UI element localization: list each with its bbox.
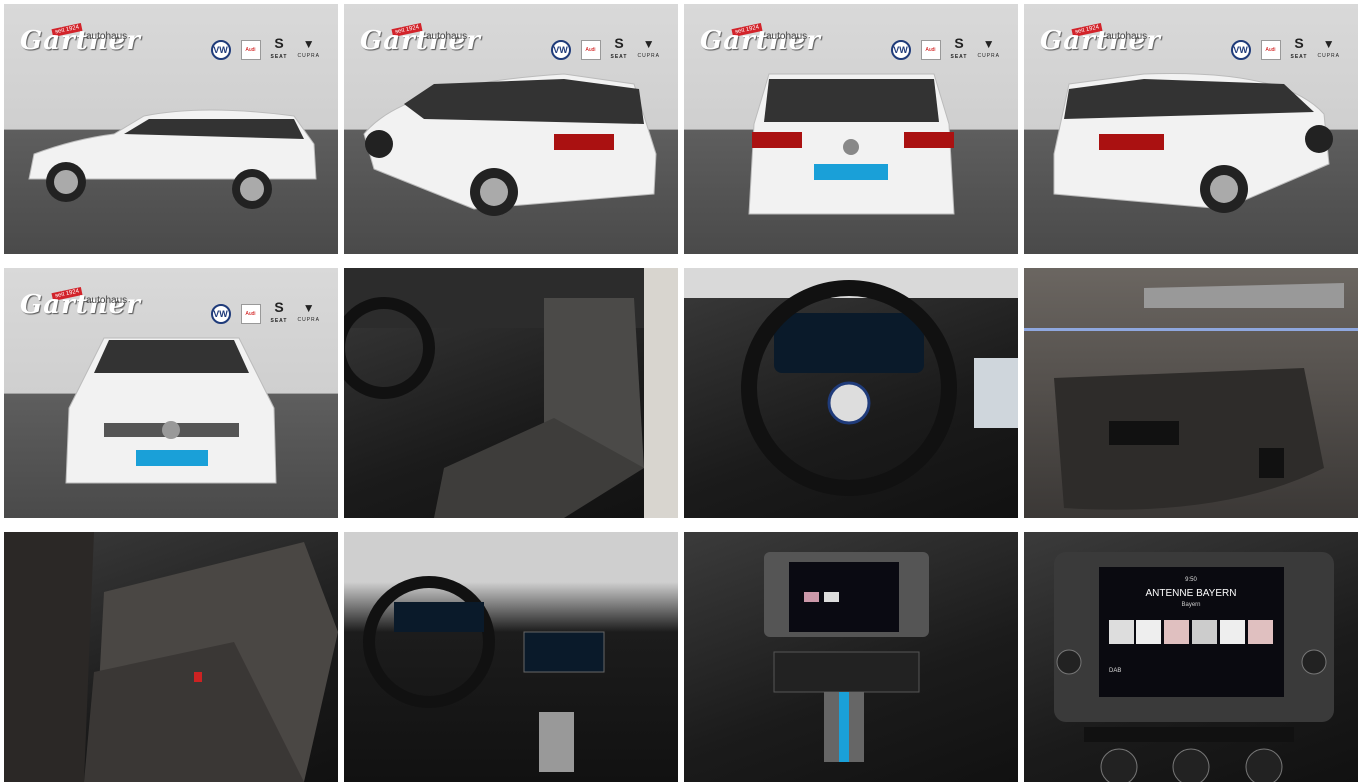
gallery-image-5[interactable]: seit 1924 Gartner autohaus VW Audi S SEAT… [4,268,338,518]
gallery-image-6[interactable] [344,268,678,518]
front-seats-photo [344,268,678,518]
gallery-image-8[interactable] [1024,268,1358,518]
gallery-image-2[interactable]: seit 1924 Gartner autohaus VW Audi S SEAT… [344,4,678,254]
car-rear-quarter-left [363,73,657,216]
car-side-view [28,109,317,209]
radio-time: 9:50 [1185,577,1197,583]
dashboard-overview-photo [363,576,605,772]
rear-seats-photo [4,532,338,782]
gallery-image-7[interactable] [684,268,1018,518]
infotainment-photo: 9:50 ANTENNE BAYERN Bayern DAB [1054,552,1334,782]
steering-wheel-photo [684,268,1018,496]
center-console-photo [764,552,929,762]
car-rear-quarter-right [1053,73,1333,213]
gallery-image-4[interactable]: seit 1924 Gartner autohaus VW Audi S SEAT… [1024,4,1358,254]
gallery-image-12[interactable]: 9:50 ANTENNE BAYERN Bayern DAB [1024,532,1358,782]
door-panel-photo [1024,283,1358,510]
radio-band: DAB [1109,668,1121,674]
gallery-image-9[interactable] [4,532,338,782]
car-front-view [65,337,277,484]
radio-region: Bayern [1181,602,1200,608]
gallery-image-11[interactable] [684,532,1018,782]
gallery-image-1[interactable]: seit 1924 Gartner autohaus VW Audi S SEAT… [4,4,338,254]
car-rear-view [748,73,955,215]
gallery-image-3[interactable]: seit 1924 Gartner autohaus VW Audi S SEAT… [684,4,1018,254]
image-gallery: seit 1924 Gartner autohaus VW Audi S SEAT… [0,0,1365,782]
radio-station: ANTENNE BAYERN [1146,588,1237,599]
gallery-image-10[interactable] [344,532,678,782]
